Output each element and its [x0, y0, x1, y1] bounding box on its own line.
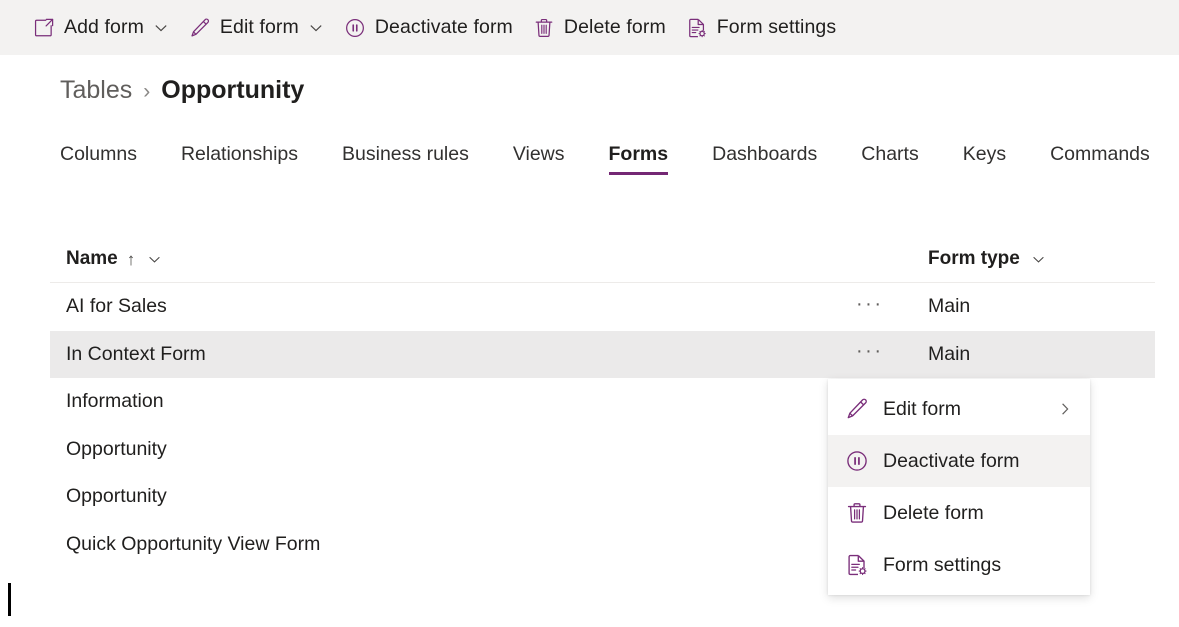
table-row[interactable]: In Context Form ··· Main [50, 331, 1155, 379]
tab-charts[interactable]: Charts [861, 143, 918, 175]
column-header-name-label: Name [66, 248, 118, 270]
text-cursor-caret [8, 583, 11, 616]
pause-circle-icon [344, 17, 366, 39]
sort-ascending-icon: ↑ [127, 251, 136, 268]
document-gear-icon [845, 553, 869, 577]
form-name-label: Opportunity [66, 438, 167, 461]
column-header-form-type-label: Form type [928, 248, 1020, 270]
menu-item-label: Delete form [883, 502, 1073, 525]
menu-item-label: Edit form [883, 398, 1049, 421]
command-deactivate-form-button[interactable]: Deactivate form [337, 8, 520, 48]
row-more-actions-button[interactable]: ··· [856, 341, 928, 367]
add-form-icon [33, 17, 55, 39]
menu-item-delete-form[interactable]: Delete form [828, 487, 1090, 539]
menu-item-edit-form[interactable]: Edit form [828, 383, 1090, 435]
trash-icon [533, 17, 555, 39]
chevron-down-icon[interactable] [308, 20, 324, 36]
tab-keys[interactable]: Keys [963, 143, 1006, 175]
row-context-menu: Edit form Deactivate form Delete form Form … [828, 379, 1090, 595]
command-button-label: Add form [64, 16, 144, 39]
form-name-label: AI for Sales [66, 295, 167, 318]
command-form-settings-button[interactable]: Form settings [679, 8, 843, 48]
chevron-down-icon[interactable] [153, 20, 169, 36]
table-header-row: Name ↑ Form type [50, 236, 1155, 283]
menu-item-label: Deactivate form [883, 450, 1073, 473]
command-add-form-button[interactable]: Add form [26, 8, 176, 48]
form-name-label: Opportunity [66, 485, 167, 508]
form-name-label: In Context Form [66, 343, 206, 366]
command-delete-form-button[interactable]: Delete form [526, 8, 673, 48]
tab-forms[interactable]: Forms [609, 143, 669, 175]
form-type-label: Main [928, 295, 970, 318]
breadcrumb: Tables › Opportunity [60, 76, 304, 105]
ellipsis-icon[interactable]: ··· [856, 341, 883, 367]
cell-form-name[interactable]: AI for Sales [66, 295, 856, 318]
cell-form-type: Main [928, 295, 1155, 318]
command-bar: Add form Edit form Deactivate form Delete f… [0, 0, 1179, 55]
chevron-right-icon[interactable] [1057, 401, 1073, 417]
column-header-name[interactable]: Name ↑ [66, 248, 856, 270]
pencil-icon [845, 397, 869, 421]
command-button-label: Delete form [564, 16, 666, 39]
tab-commands[interactable]: Commands [1050, 143, 1150, 175]
trash-icon [845, 501, 869, 525]
pause-circle-icon [845, 449, 869, 473]
cell-form-name[interactable]: In Context Form [66, 343, 856, 366]
breadcrumb-separator: › [143, 80, 150, 104]
menu-item-form-settings[interactable]: Form settings [828, 539, 1090, 591]
tab-relationships[interactable]: Relationships [181, 143, 298, 175]
tab-business-rules[interactable]: Business rules [342, 143, 469, 175]
column-header-form-type[interactable]: Form type [928, 248, 1155, 270]
table-row[interactable]: AI for Sales ··· Main [50, 283, 1155, 331]
form-name-label: Quick Opportunity View Form [66, 533, 320, 556]
menu-item-label: Form settings [883, 554, 1073, 577]
command-button-label: Edit form [220, 16, 299, 39]
form-name-label: Information [66, 390, 164, 413]
entity-tab-bar: Columns Relationships Business rules Views F… [60, 143, 1150, 175]
ellipsis-icon[interactable]: ··· [856, 294, 883, 320]
page-title: Opportunity [161, 76, 304, 105]
menu-item-deactivate-form[interactable]: Deactivate form [828, 435, 1090, 487]
cell-form-name[interactable]: Opportunity [66, 438, 856, 461]
tab-columns[interactable]: Columns [60, 143, 137, 175]
form-type-label: Main [928, 343, 970, 366]
cell-form-type: Main [928, 343, 1155, 366]
cell-form-name[interactable]: Quick Opportunity View Form [66, 533, 856, 556]
chevron-down-icon[interactable] [1031, 251, 1047, 267]
tab-views[interactable]: Views [513, 143, 565, 175]
command-edit-form-button[interactable]: Edit form [182, 8, 331, 48]
breadcrumb-link-tables[interactable]: Tables [60, 76, 132, 105]
cell-form-name[interactable]: Information [66, 390, 856, 413]
pencil-icon [189, 17, 211, 39]
command-button-label: Deactivate form [375, 16, 513, 39]
chevron-down-icon[interactable] [146, 251, 162, 267]
document-gear-icon [686, 17, 708, 39]
tab-dashboards[interactable]: Dashboards [712, 143, 817, 175]
cell-form-name[interactable]: Opportunity [66, 485, 856, 508]
command-button-label: Form settings [717, 16, 836, 39]
row-more-actions-button[interactable]: ··· [856, 294, 928, 320]
